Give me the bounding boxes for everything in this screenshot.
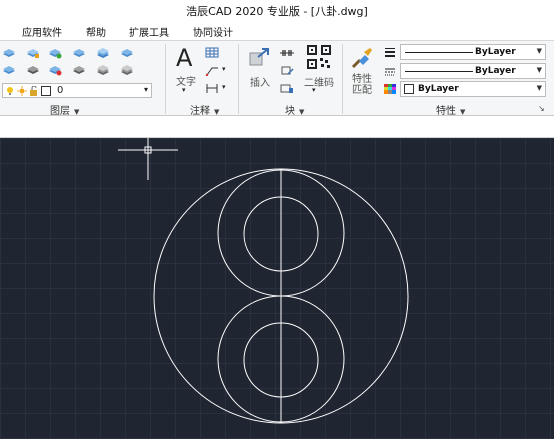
menu-item-collaboration[interactable]: 协同设计 — [193, 24, 233, 39]
panel-expand-icon: ▼ — [299, 108, 305, 116]
chevron-down-icon[interactable]: ▾ — [222, 83, 226, 91]
linetype-dropdown[interactable]: ByLayer ▼ — [400, 44, 546, 60]
edit-block-icon[interactable] — [280, 65, 294, 76]
text-tool-icon[interactable]: A — [176, 46, 192, 70]
current-layer-name: 0 — [57, 85, 64, 96]
chevron-down-icon[interactable]: ▾ — [182, 86, 186, 94]
crosshair-cursor — [118, 138, 178, 180]
tab-strip — [0, 116, 554, 138]
table-icon[interactable] — [205, 47, 219, 58]
menu-bar: 应用软件 帮助 扩展工具 协同设计 — [0, 19, 554, 41]
color-palette-icon — [384, 84, 396, 94]
menu-item-help[interactable]: 帮助 — [86, 24, 106, 39]
lineweight-icon — [384, 47, 396, 57]
layer-properties-icon[interactable] — [2, 48, 16, 59]
panel-expand-icon: ▼ — [460, 108, 466, 116]
ribbon: 0 ▾ 图层 ▼ A 文字 ▾ ▾ ▾ 注释 ▼ 插入 二维码 ▾ 块 ▼ 特性匹配 — [0, 41, 554, 117]
leader-icon[interactable] — [205, 65, 219, 76]
menu-item-extensions[interactable]: 扩展工具 — [129, 24, 169, 39]
color-value: ByLayer — [418, 84, 459, 94]
match-properties-button[interactable]: 特性匹配 — [352, 74, 374, 96]
layer-previous-icon[interactable] — [96, 48, 110, 59]
drawing-canvas[interactable] — [0, 138, 554, 439]
window-title: 浩辰CAD 2020 专业版 - [八卦.dwg] — [186, 5, 368, 18]
layer-match-icon[interactable] — [72, 48, 86, 59]
panel-expand-icon: ▼ — [74, 108, 80, 116]
chevron-down-icon: ▼ — [536, 84, 542, 92]
chevron-down-icon: ▾ — [143, 85, 148, 94]
block-panel-label[interactable]: 块 ▼ — [285, 102, 304, 117]
chevron-down-icon[interactable]: ▾ — [312, 86, 316, 94]
menu-item-apps[interactable]: 应用软件 — [22, 24, 62, 39]
layer-on-icon — [5, 86, 15, 96]
qrcode-button[interactable]: 二维码 — [304, 74, 334, 89]
layer-dropdown[interactable]: 0 ▾ — [2, 83, 152, 98]
block-attribute-icon[interactable] — [280, 83, 294, 94]
drawing-svg — [118, 138, 409, 424]
linetype-icon — [384, 67, 396, 77]
layer-unlock-icon — [29, 85, 39, 96]
layer-isolate-icon[interactable] — [2, 65, 16, 76]
title-bar: 浩辰CAD 2020 专业版 - [八卦.dwg] — [0, 0, 554, 19]
insert-button[interactable]: 插入 — [250, 74, 270, 89]
layers-panel-label[interactable]: 图层 ▼ — [50, 102, 79, 117]
lineweight-value: ByLayer — [475, 66, 516, 76]
chevron-down-icon[interactable]: ▾ — [222, 65, 226, 73]
panel-divider — [165, 44, 166, 114]
dialog-launcher-icon[interactable]: ↘ — [538, 104, 545, 113]
layer-freeze-icon[interactable] — [48, 65, 62, 76]
match-properties-icon[interactable] — [350, 46, 374, 70]
chevron-down-icon: ▼ — [536, 47, 542, 55]
properties-panel-label[interactable]: 特性 ▼ — [436, 102, 465, 117]
insert-block-icon[interactable] — [248, 47, 270, 69]
lineweight-dropdown[interactable]: ByLayer ▼ — [400, 63, 546, 79]
layer-off-icon[interactable] — [72, 65, 86, 76]
color-dropdown[interactable]: ByLayer ▼ — [400, 81, 546, 97]
annotation-panel-label[interactable]: 注释 ▼ — [190, 102, 219, 117]
layer-color-swatch — [41, 86, 51, 96]
layer-walk-icon[interactable] — [120, 48, 134, 59]
panel-expand-icon: ▼ — [214, 108, 220, 116]
text-button[interactable]: 文字 — [176, 73, 196, 88]
layer-merge-icon[interactable] — [120, 65, 134, 76]
layer-thaw-icon — [17, 86, 27, 96]
color-swatch — [404, 84, 414, 94]
layer-current-icon[interactable] — [48, 48, 62, 59]
panel-divider — [342, 44, 343, 114]
layer-unisolate-icon[interactable] — [26, 65, 40, 76]
chevron-down-icon: ▼ — [536, 66, 542, 74]
linetype-value: ByLayer — [475, 47, 516, 57]
create-block-icon[interactable] — [280, 47, 294, 58]
dimension-icon[interactable] — [205, 83, 219, 94]
layer-state-icon[interactable] — [26, 48, 40, 59]
panel-divider — [238, 44, 239, 114]
layer-lock-icon[interactable] — [96, 65, 110, 76]
qrcode-icon[interactable] — [307, 45, 331, 69]
